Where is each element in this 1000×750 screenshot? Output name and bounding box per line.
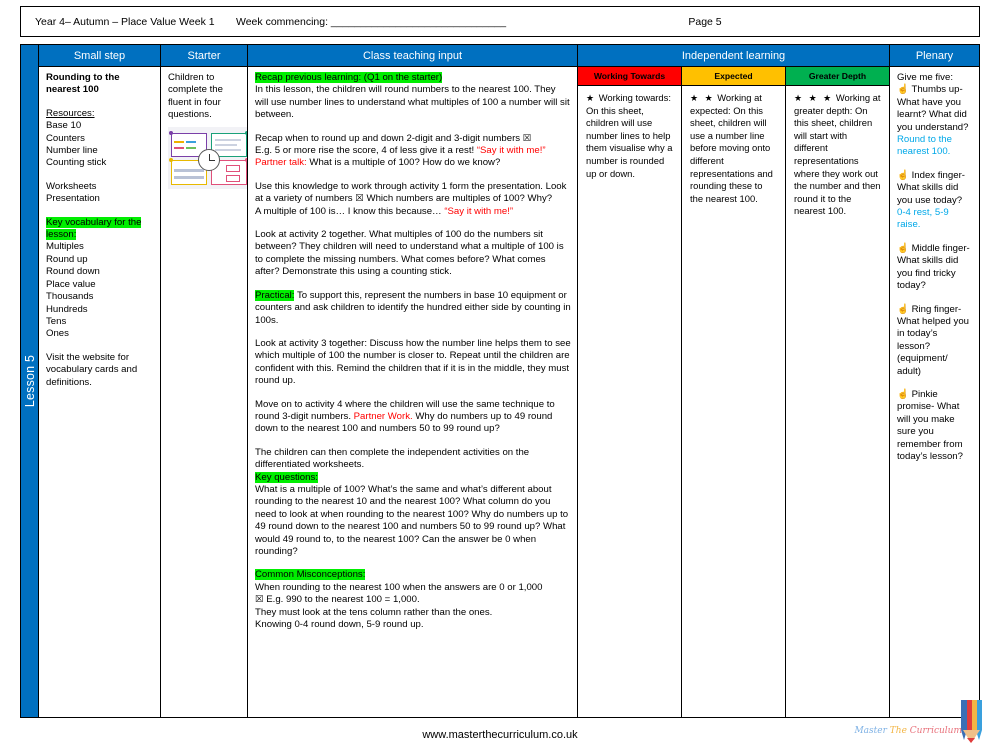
teaching-content: Recap previous learning: (Q1 on the star…	[248, 67, 577, 717]
teaching-paragraph-5: A multiple of 100 is… I know this becaus…	[255, 205, 514, 217]
misconception-line: ☒ E.g. 990 to the nearest 100 = 1,000.	[255, 594, 420, 606]
teaching-paragraph-1: In this lesson, the children will round …	[255, 84, 570, 121]
lesson-number-spine: Lesson 5	[21, 45, 39, 717]
independent-level-headers: Working Towards Expected Greater Depth	[578, 67, 889, 86]
starter-text: Children to complete the fluent in four …	[168, 72, 223, 121]
misconception-line: Knowing 0-4 round down, 5-9 round up.	[255, 619, 424, 631]
material-item: Worksheets	[46, 180, 97, 192]
teaching-practical: Practical: To support this, represent th…	[255, 289, 571, 326]
small-step-content: Rounding to the nearest 100 Resources: B…	[39, 67, 160, 717]
vocab-item: Tens	[46, 315, 67, 327]
material-item: Presentation	[46, 193, 100, 205]
header-week-commencing: Week commencing: _______________________…	[236, 15, 507, 28]
column-starter: Starter Children to complete the fluent …	[161, 45, 248, 717]
master-the-curriculum-logo: Master The Curriculum	[854, 700, 992, 748]
teaching-partner-talk: Partner talk: What is a multiple of 100?…	[255, 157, 501, 169]
starter-content: Children to complete the fluent in four …	[161, 67, 247, 717]
vocab-item: Thousands	[46, 291, 94, 303]
lesson-plan-page: Year 4– Autumn – Place Value Week 1 Week…	[0, 0, 1000, 750]
fluent-in-four-thumbnail-image	[168, 126, 247, 189]
column-header-plenary: Plenary	[890, 45, 979, 67]
level-content-expected: ★ ★ Working at expected: On this sheet, …	[682, 86, 786, 717]
recap-label: Recap previous learning: (Q1 on the star…	[255, 72, 443, 83]
teaching-paragraph-4: Use this knowledge to work through activ…	[255, 180, 567, 205]
common-misconceptions-label: Common Misconceptions:	[255, 569, 366, 581]
plenary-item-pinkie-promise: ☝ Pinkie promise- What will you make sur…	[897, 389, 973, 463]
level-description: On this sheet, children will use number …	[586, 104, 673, 179]
plenary-item-index-finger: ☝ Index finger- What skills did you use …	[897, 170, 973, 232]
plenary-answer: Round to the nearest 100.	[897, 134, 952, 158]
hand-icon: ☝	[897, 303, 909, 315]
teaching-paragraph-2a: Recap when to round up and down 2-digit …	[255, 132, 532, 144]
level-description: On this sheet, children will start with …	[794, 104, 881, 217]
star-rating-icon: ★ ★ ★	[794, 93, 834, 103]
hand-icon: ☝	[897, 242, 909, 254]
teaching-paragraph-8: Look at activity 3 together: Discuss how…	[255, 337, 571, 387]
small-step-title: Rounding to the nearest 100	[46, 72, 120, 96]
column-small-step: Small step Rounding to the nearest 100 R…	[39, 45, 161, 717]
resource-item: Base 10	[46, 120, 82, 132]
teaching-paragraph-10: The children can then complete the indep…	[255, 446, 530, 471]
vocab-item: Round up	[46, 253, 88, 265]
column-plenary: Plenary Give me five: ☝ Thumbs up- What …	[890, 45, 979, 717]
header-term-title: Year 4– Autumn – Place Value Week 1	[35, 15, 215, 28]
hand-icon: ☝	[897, 169, 909, 181]
hand-icon: ☝	[897, 84, 909, 96]
teaching-key-questions: What is a multiple of 100? What’s the sa…	[255, 483, 569, 557]
vocab-item: Place value	[46, 278, 96, 290]
level-content-greater-depth: ★ ★ ★ Working at greater depth: On this …	[786, 86, 889, 717]
misconception-line: When rounding to the nearest 100 when th…	[255, 581, 543, 593]
level-header-expected: Expected	[682, 67, 786, 86]
document-header: Year 4– Autumn – Place Value Week 1 Week…	[20, 6, 980, 37]
vocab-item: Ones	[46, 328, 69, 340]
vocab-item: Multiples	[46, 241, 84, 253]
teaching-paragraph-6: Look at activity 2 together. What multip…	[255, 229, 564, 278]
level-header-greater-depth: Greater Depth	[786, 67, 889, 86]
resources-label: Resources:	[46, 107, 95, 119]
column-header-small-step: Small step	[39, 45, 160, 67]
logo-wordmark: Master The Curriculum	[854, 726, 962, 736]
footer-website-url: www.masterthecurriculum.co.uk	[422, 729, 578, 741]
star-rating-icon: ★ ★	[690, 93, 715, 103]
level-heading: Working towards:	[598, 92, 671, 103]
lesson-number-label: Lesson 5	[22, 354, 37, 408]
key-vocabulary-label: Key vocabulary for the lesson:	[46, 216, 142, 241]
star-rating-icon: ★	[586, 93, 597, 103]
level-description: On this sheet, children will use a numbe…	[690, 104, 773, 204]
level-header-working-towards: Working Towards	[578, 67, 682, 86]
resource-item: Number line	[46, 145, 98, 157]
column-header-independent-learning: Independent learning	[578, 45, 889, 67]
plenary-item-middle-finger: ☝ Middle finger- What skills did you fin…	[897, 243, 973, 293]
teaching-paragraph-2b: E.g. 5 or more rise the score, 4 of less…	[255, 145, 546, 157]
plenary-item-thumbs-up: ☝ Thumbs up- What have you learnt? What …	[897, 84, 973, 158]
website-note: Visit the website for vocabulary cards a…	[46, 351, 138, 388]
column-header-class-teaching-input: Class teaching input	[248, 45, 577, 67]
level-content-working-towards: ★ Working towards: On this sheet, childr…	[578, 86, 682, 717]
column-independent-learning: Independent learning Working Towards Exp…	[578, 45, 890, 717]
plenary-content: Give me five: ☝ Thumbs up- What have you…	[890, 67, 979, 717]
resource-item: Counting stick	[46, 157, 107, 169]
column-header-starter: Starter	[161, 45, 247, 67]
misconception-line: They must look at the tens column rather…	[255, 606, 493, 618]
key-questions-label: Key questions:	[255, 471, 318, 483]
header-page-number: Page 5	[688, 15, 722, 28]
column-class-teaching-input: Class teaching input Recap previous lear…	[248, 45, 578, 717]
teaching-paragraph-9: Move on to activity 4 where the children…	[255, 398, 555, 435]
hand-icon: ☝	[897, 388, 909, 400]
resource-item: Counters	[46, 132, 85, 144]
pencil-logo-icon	[961, 700, 982, 743]
vocab-item: Hundreds	[46, 303, 88, 315]
lesson-plan-table: Lesson 5 Small step Rounding to the near…	[20, 44, 980, 718]
plenary-item-ring-finger: ☝ Ring finger- What helped you in today’…	[897, 304, 973, 378]
plenary-intro: Give me five:	[897, 72, 953, 83]
vocab-item: Round down	[46, 266, 100, 278]
plenary-answer: 0-4 rest, 5-9 raise.	[897, 207, 949, 231]
